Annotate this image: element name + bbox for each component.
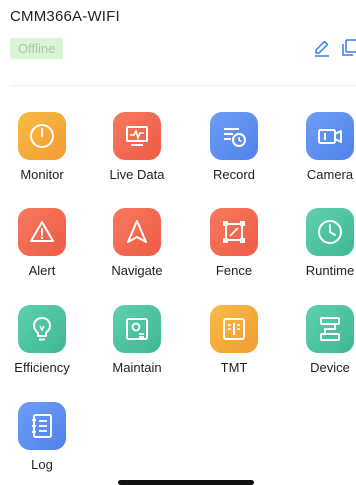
- lightbulb-icon: [18, 305, 66, 353]
- tile-label: Fence: [215, 263, 253, 278]
- tile-alert[interactable]: Alert: [0, 208, 90, 284]
- device-title: CMM366A-WIFI: [10, 8, 120, 25]
- tile-tmt[interactable]: TMT: [186, 305, 282, 381]
- tile-label: Camera: [306, 167, 354, 182]
- navigate-arrow-icon: [113, 208, 161, 256]
- tile-label: Record: [213, 167, 255, 182]
- home-indicator[interactable]: [118, 480, 254, 485]
- clock-icon: [306, 208, 354, 256]
- fence-square-icon: [210, 208, 258, 256]
- tile-label: Monitor: [20, 167, 64, 182]
- copy-icon: [342, 39, 356, 56]
- gauge-icon: [18, 112, 66, 160]
- edit-button[interactable]: [311, 37, 333, 59]
- tile-navigate[interactable]: Navigate: [89, 208, 185, 284]
- tile-label: TMT: [220, 360, 248, 375]
- record-list-icon: [210, 112, 258, 160]
- tile-label: Navigate: [111, 263, 163, 278]
- tile-maintain[interactable]: Maintain: [89, 305, 185, 381]
- tile-runtime[interactable]: Runtime: [282, 208, 356, 284]
- live-chart-icon: [113, 112, 161, 160]
- tile-fence[interactable]: Fence: [186, 208, 282, 284]
- tile-label: Efficiency: [14, 360, 70, 375]
- tile-device[interactable]: Device: [282, 305, 356, 381]
- maintain-screen-icon: [113, 305, 161, 353]
- tile-label: Alert: [28, 263, 56, 278]
- tile-monitor[interactable]: Monitor: [0, 112, 90, 188]
- tile-label: Runtime: [305, 263, 355, 278]
- tile-efficiency[interactable]: Efficiency: [0, 305, 90, 381]
- alert-triangle-icon: [18, 208, 66, 256]
- log-book-icon: [18, 402, 66, 450]
- tmt-panel-icon: [210, 305, 258, 353]
- tile-live-data[interactable]: Live Data: [89, 112, 185, 188]
- copy-button[interactable]: [339, 37, 356, 59]
- tile-label: Maintain: [112, 360, 162, 375]
- tile-label: Live Data: [109, 167, 165, 182]
- device-link-icon: [306, 305, 354, 353]
- tile-log[interactable]: Log: [0, 402, 90, 478]
- edit-icon: [315, 40, 329, 57]
- tile-camera[interactable]: Camera: [282, 112, 356, 188]
- header-divider: [10, 85, 356, 86]
- tile-label: Log: [31, 457, 53, 472]
- tile-label: Device: [310, 360, 350, 375]
- camera-icon: [306, 112, 354, 160]
- status-badge: Offline: [10, 38, 64, 59]
- tile-record[interactable]: Record: [186, 112, 282, 188]
